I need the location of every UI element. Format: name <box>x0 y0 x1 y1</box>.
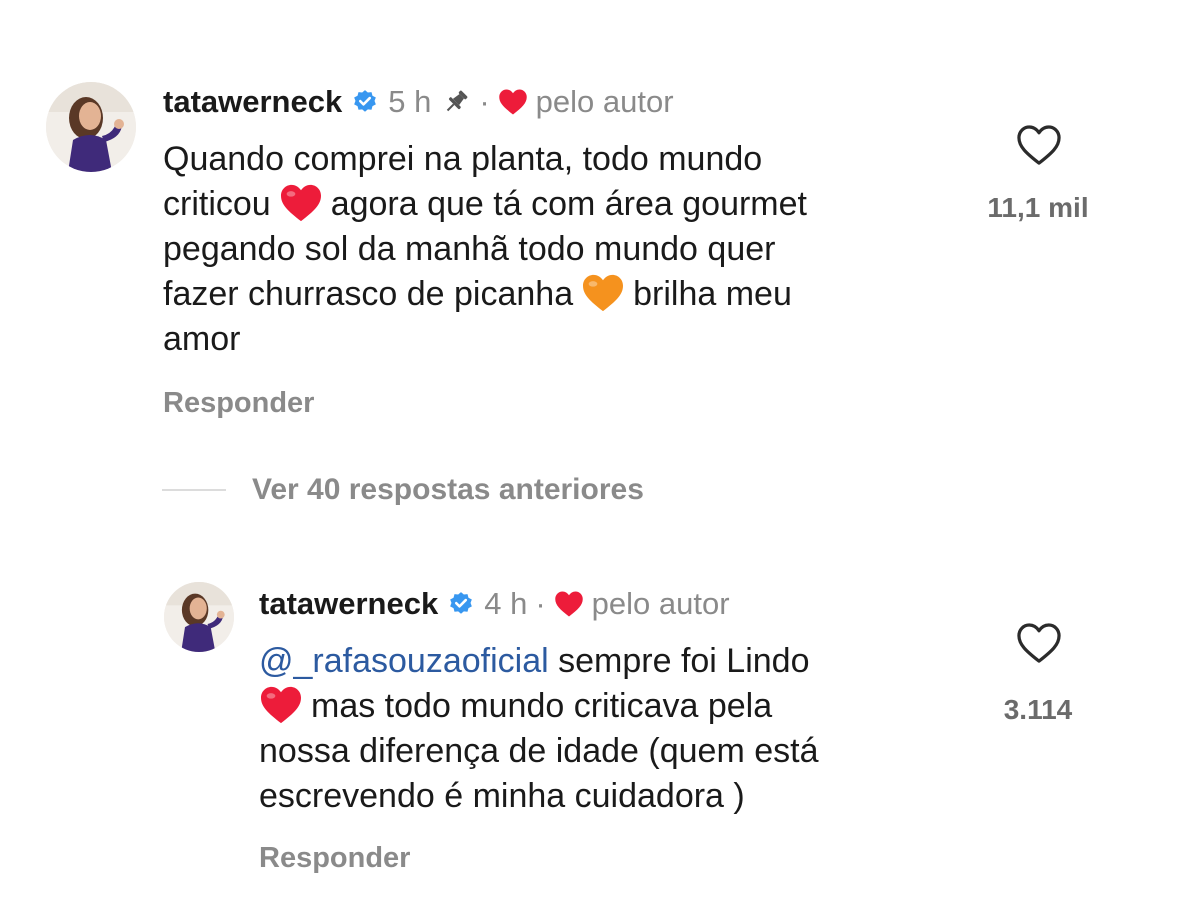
avatar[interactable] <box>46 82 136 172</box>
verified-badge-icon <box>352 89 378 115</box>
verified-badge-icon <box>448 591 474 617</box>
text-line: amor <box>163 320 241 358</box>
red-heart-icon <box>498 88 528 116</box>
divider <box>162 489 226 491</box>
comment-header: tatawerneck 5 h · pelo autor <box>163 82 674 122</box>
view-previous-replies[interactable]: Ver 40 respostas anteriores <box>162 470 644 510</box>
comments-page: tatawerneck 5 h · pelo autor Quando comp… <box>0 0 1200 900</box>
avatar[interactable] <box>164 582 234 652</box>
reply-button[interactable]: Responder <box>163 385 314 421</box>
comment-text: Quando comprei na planta, todo mundo cri… <box>163 137 807 362</box>
username[interactable]: tatawerneck <box>163 82 342 122</box>
timestamp: 5 h <box>388 84 432 119</box>
red-heart-emoji <box>259 685 303 725</box>
red-heart-icon <box>554 590 584 618</box>
mention-link[interactable]: @_rafasouzaoficial <box>259 642 549 680</box>
red-heart-emoji <box>279 183 323 223</box>
like-button[interactable] <box>1016 622 1062 664</box>
text-line: escrevendo é minha cuidadora ) <box>259 777 745 815</box>
view-previous-replies-label: Ver 40 respostas anteriores <box>252 473 644 506</box>
timestamp: 4 h <box>484 586 528 621</box>
liked-by-author-label: pelo autor <box>591 586 730 621</box>
text-line: mas todo mundo criticava pela <box>259 684 818 729</box>
text-line: @_rafasouzaoficial sempre foi Lindo <box>259 642 810 680</box>
heart-outline-icon <box>1017 125 1061 165</box>
orange-heart-emoji <box>581 273 625 313</box>
pin-icon <box>441 87 471 117</box>
text-line: fazer churrasco de picanha brilha meu <box>163 273 792 313</box>
reply-button[interactable]: Responder <box>259 840 410 876</box>
like-count: 11,1 mil <box>987 192 1089 223</box>
text-line: pegando sol da manhã todo mundo quer <box>163 230 776 268</box>
separator-dot: · <box>479 84 490 119</box>
text-line: Quando comprei na planta, todo mundo <box>163 140 763 178</box>
text-line: criticou agora que tá com área gourmet <box>163 183 807 223</box>
text-line: nossa diferença de idade (quem está <box>259 732 819 770</box>
like-button[interactable] <box>1016 124 1062 166</box>
like-count: 3.114 <box>1003 694 1073 725</box>
separator-dot: · <box>535 586 546 621</box>
comment-text: @_rafasouzaoficial sempre foi Lindo mas … <box>259 639 818 819</box>
liked-by-author-label: pelo autor <box>535 84 674 119</box>
heart-outline-icon <box>1017 623 1061 663</box>
comment-header: tatawerneck 4 h · pelo autor <box>259 584 730 624</box>
username[interactable]: tatawerneck <box>259 584 438 624</box>
